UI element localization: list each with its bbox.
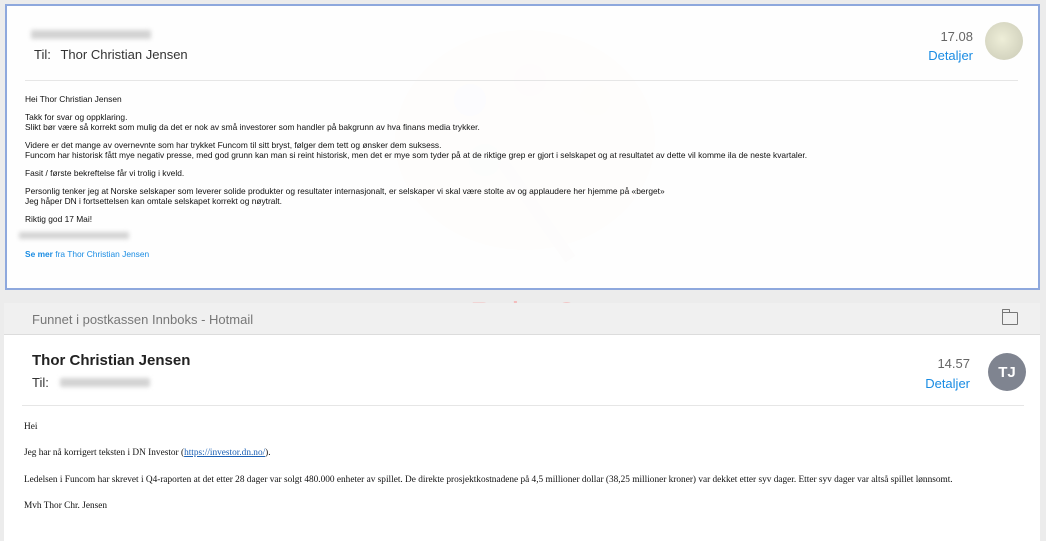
redacted-recipient — [60, 378, 151, 387]
email-message-selected[interactable]: Til: Thor Christian Jensen 17.08 Detalje… — [5, 4, 1040, 290]
avatar — [985, 22, 1023, 60]
message-time: 14.57 — [937, 356, 970, 371]
message-body: Hei Thor Christian Jensen Takk for svar … — [19, 94, 807, 267]
investor-link[interactable]: https://investor.dn.no/ — [184, 448, 265, 458]
divider — [25, 80, 1018, 81]
message-body: Hei Jeg har nå korrigert teksten i DN In… — [24, 422, 953, 512]
divider — [22, 405, 1024, 406]
folder-info-text: Funnet i postkassen Innboks - Hotmail — [32, 312, 254, 327]
recipient-name: Thor Christian Jensen — [60, 47, 188, 62]
folder-info-bar: Funnet i postkassen Innboks - Hotmail — [4, 303, 1040, 335]
sender-name: Thor Christian Jensen — [32, 352, 191, 369]
to-label: Til: — [32, 375, 49, 390]
folder-icon[interactable] — [1002, 309, 1018, 325]
message-time: 17.08 — [940, 29, 973, 44]
redacted-sender — [31, 30, 151, 39]
redacted-signature — [19, 232, 129, 240]
avatar: TJ — [988, 353, 1026, 391]
details-link[interactable]: Detaljer — [893, 48, 973, 63]
see-more-link[interactable]: Se mer fra Thor Christian Jensen — [25, 249, 149, 259]
details-link[interactable]: Detaljer — [890, 376, 970, 391]
to-label: Til: — [34, 47, 51, 62]
